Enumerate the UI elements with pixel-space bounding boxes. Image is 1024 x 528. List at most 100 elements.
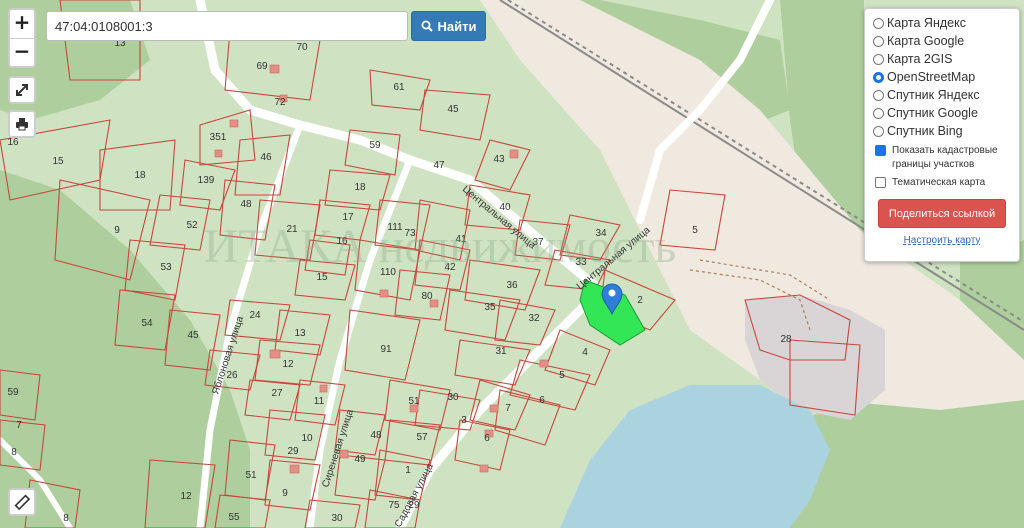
parcel-number: 11 <box>314 396 325 407</box>
expand-icon <box>16 84 28 96</box>
parcel-number: 52 <box>186 220 198 231</box>
print-button[interactable] <box>8 110 36 138</box>
parcel-number: 2 <box>637 295 643 306</box>
search-button[interactable]: Найти <box>411 11 486 41</box>
parcel-number: 47 <box>433 160 445 171</box>
parcel-number: 30 <box>447 392 459 403</box>
ruler-button[interactable] <box>8 488 36 516</box>
parcel-number: 5 <box>692 225 698 236</box>
configure-map-link[interactable]: Настроить карту <box>873 235 1011 246</box>
layer-panel: Карта Яндекс Карта Google Карта 2GIS OpenSt… <box>864 8 1020 262</box>
parcel-number: 6 <box>539 395 545 406</box>
parcel-number: 54 <box>141 318 153 329</box>
parcel-number: 12 <box>282 359 294 370</box>
parcel-number: 18 <box>354 182 366 193</box>
zoom-in-button[interactable]: + <box>10 10 34 38</box>
show-cadastral-checkbox[interactable]: Показать кадастровые границы участков <box>873 144 1011 172</box>
checkbox-checked-icon <box>875 145 886 156</box>
layer-option[interactable]: Спутник Bing <box>873 122 1011 140</box>
parcel-number: 51 <box>408 396 420 407</box>
layer-option[interactable]: Карта 2GIS <box>873 50 1011 68</box>
parcel-number: 351 <box>210 132 227 143</box>
parcel-number: 1 <box>405 465 411 476</box>
parcel-number: 7 <box>505 403 511 414</box>
radio-icon <box>873 71 884 83</box>
parcel-number: 61 <box>393 82 405 93</box>
parcel-number: 15 <box>316 272 328 283</box>
layer-option[interactable]: Карта Google <box>873 32 1011 50</box>
parcel-number: 28 <box>780 334 792 345</box>
parcel-number: 53 <box>160 262 172 273</box>
layer-option-label: Спутник Яндекс <box>887 88 980 102</box>
layer-option[interactable]: OpenStreetMap <box>873 68 1011 86</box>
parcel-number: 139 <box>198 175 215 186</box>
radio-icon <box>873 107 884 119</box>
show-cadastral-label: Показать кадастровые границы участков <box>892 145 998 170</box>
parcel-number: 18 <box>134 170 146 181</box>
layer-option[interactable]: Карта Яндекс <box>873 14 1011 32</box>
parcel-number: 6 <box>484 433 490 444</box>
checkbox-icon <box>875 177 886 188</box>
parcel-number: 57 <box>416 432 428 443</box>
parcel-number: 69 <box>256 61 268 72</box>
layer-options: Карта Яндекс Карта Google Карта 2GIS OpenSt… <box>873 14 1011 140</box>
radio-icon <box>873 17 884 29</box>
layer-option-label: Карта Яндекс <box>887 16 966 30</box>
watermark-text: ИТАКА недвижимость <box>204 220 677 273</box>
ruler-icon <box>14 494 30 510</box>
parcel-number: 59 <box>369 140 381 151</box>
layer-option-label: OpenStreetMap <box>887 70 976 84</box>
layer-option-label: Спутник Google <box>887 106 978 120</box>
parcel-number: 45 <box>447 104 459 115</box>
share-link-button[interactable]: Поделиться ссылкой <box>878 199 1006 228</box>
parcel-number: 35 <box>484 302 496 313</box>
parcel-number: 7 <box>16 420 22 431</box>
parcel-number: 59 <box>7 387 19 398</box>
radio-icon <box>873 35 884 47</box>
layer-option-label: Карта 2GIS <box>887 52 953 66</box>
zoom-control: + − <box>8 8 36 68</box>
parcel-number: 31 <box>495 346 507 357</box>
search-icon <box>421 20 433 32</box>
parcel-number: 9 <box>282 488 288 499</box>
thematic-checkbox[interactable]: Тематическая карта <box>873 176 1011 190</box>
parcel-number: 72 <box>274 97 286 108</box>
parcel-number: 8 <box>63 513 69 524</box>
parcel-number: 27 <box>271 388 283 399</box>
parcel-number: 70 <box>296 42 308 53</box>
parcel-number: 91 <box>380 344 392 355</box>
printer-icon <box>16 118 28 131</box>
parcel-number: 80 <box>421 291 433 302</box>
parcel-number: 46 <box>260 152 272 163</box>
radio-icon <box>873 125 884 137</box>
layer-option-label: Карта Google <box>887 34 965 48</box>
fullscreen-button[interactable] <box>8 76 36 104</box>
layer-option[interactable]: Спутник Яндекс <box>873 86 1011 104</box>
parcel-number: 13 <box>294 328 306 339</box>
layer-option[interactable]: Спутник Google <box>873 104 1011 122</box>
parcel-number: 45 <box>187 330 199 341</box>
parcel-number: 55 <box>228 512 240 523</box>
radio-icon <box>873 89 884 101</box>
parcel-number: 48 <box>370 430 382 441</box>
layer-option-label: Спутник Bing <box>887 124 963 138</box>
parcel-number: 48 <box>240 199 252 210</box>
parcel-number: 32 <box>528 313 540 324</box>
search-button-label: Найти <box>437 18 477 34</box>
radio-icon <box>873 53 884 65</box>
parcel-number: 9 <box>114 225 120 236</box>
parcel-number: 10 <box>301 433 313 444</box>
parcel-number: 75 <box>388 500 400 511</box>
parcel-number: 8 <box>11 447 17 458</box>
parcel-number: 29 <box>287 446 299 457</box>
cadastral-search-input[interactable] <box>46 11 408 41</box>
parcel-number: 49 <box>354 454 366 465</box>
zoom-out-button[interactable]: − <box>10 38 34 67</box>
thematic-label: Тематическая карта <box>892 177 986 188</box>
parcel-number: 4 <box>582 347 588 358</box>
parcel-number: 24 <box>249 310 261 321</box>
parcel-number: 36 <box>506 280 518 291</box>
parcel-number: 43 <box>493 154 505 165</box>
parcel-number: 51 <box>245 470 257 481</box>
parcel-number: 15 <box>52 156 64 167</box>
